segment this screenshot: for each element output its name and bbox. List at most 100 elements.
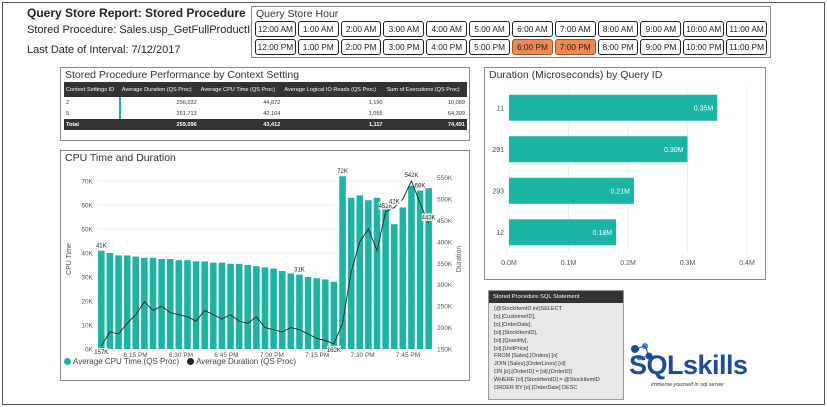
cpu-bar[interactable] — [261, 267, 269, 349]
cpu-bar[interactable] — [158, 259, 165, 349]
cpu-bar[interactable] — [399, 207, 407, 349]
column-header[interactable]: Average CPU Time (QS Proc) — [198, 82, 283, 97]
y-right-tick: 200K — [437, 325, 453, 332]
hour-button[interactable]: 4:00 PM — [426, 39, 468, 55]
cpu-bar[interactable] — [382, 202, 389, 349]
table-cell: 1,117 — [282, 119, 385, 130]
hour-button[interactable]: 8:00 PM — [597, 39, 639, 55]
cpu-bar[interactable] — [296, 274, 303, 349]
hour-button[interactable]: 6:00 PM — [511, 39, 553, 55]
cpu-bar[interactable] — [235, 263, 243, 349]
hour-button[interactable]: 12:00 AM — [255, 21, 296, 37]
table-row[interactable]: 2 256,032 44,872 1,190 10,089 — [64, 97, 467, 108]
table-cell: 256,032 — [176, 99, 197, 106]
hour-button[interactable]: 5:00 PM — [469, 39, 510, 55]
legend-item-duration[interactable]: Average Duration (QS Proc) — [187, 357, 296, 366]
cpu-data-label: 41K — [96, 244, 107, 250]
hour-button[interactable]: 11:00 PM — [726, 39, 767, 55]
cpu-bar[interactable] — [356, 195, 364, 349]
cpu-bar[interactable] — [365, 200, 372, 349]
cpu-bar[interactable] — [278, 271, 286, 349]
sql-line: WHERE [ol].[StockItemID] = @StockItemID — [494, 377, 600, 384]
cpu-bar[interactable] — [106, 253, 114, 349]
column-header[interactable]: Average Duration (QS Proc) — [119, 82, 199, 97]
hour-button[interactable]: 2:00 AM — [340, 21, 382, 37]
hour-button[interactable]: 7:00 AM — [554, 21, 596, 37]
table-cell: 1,055 — [368, 110, 383, 117]
cpu-bar[interactable] — [373, 197, 381, 349]
legend-item-cpu[interactable]: Average CPU Time (QS Proc) — [64, 357, 179, 366]
cpu-bar[interactable] — [210, 262, 217, 349]
hour-button[interactable]: 11:00 AM — [726, 21, 767, 37]
cpu-bar[interactable] — [390, 224, 398, 349]
cpu-bar[interactable] — [218, 262, 226, 349]
cpu-bar[interactable] — [253, 266, 260, 349]
hour-button[interactable]: 9:00 PM — [640, 39, 682, 55]
duration-bar[interactable] — [509, 94, 718, 121]
hour-button[interactable]: 10:00 AM — [683, 21, 725, 37]
cpu-bar[interactable] — [201, 261, 208, 349]
query-id-label: 12 — [496, 230, 504, 237]
sql-line: [ol].[UnitPrice] — [494, 345, 529, 352]
sql-line: [o].[CustomerID], — [494, 313, 536, 320]
table-cell: 42,164 — [263, 110, 281, 117]
y-left-tick: 60K — [81, 203, 93, 210]
hour-button[interactable]: 3:00 PM — [383, 39, 425, 55]
cpu-bar[interactable] — [175, 260, 183, 349]
duration-data-label: 157K — [94, 350, 108, 356]
hour-button[interactable]: 5:00 AM — [469, 21, 510, 37]
cpu-bar[interactable] — [192, 261, 200, 349]
cpu-bar[interactable] — [141, 257, 148, 349]
hour-button[interactable]: 2:00 PM — [340, 39, 382, 55]
slicer-title: Query Store Hour — [256, 8, 339, 20]
column-header[interactable]: Context Settings ID — [64, 82, 120, 97]
y-left-tick: 70K — [81, 179, 93, 186]
cpu-bar[interactable] — [408, 185, 415, 349]
cpu-bar[interactable] — [98, 250, 105, 349]
hour-button[interactable]: 6:00 AM — [511, 21, 553, 37]
cpu-bar[interactable] — [227, 263, 234, 349]
hour-button[interactable]: 9:00 AM — [640, 21, 682, 37]
sql-line: ON [o].[OrderID] = [ol].[OrderID] — [494, 369, 572, 376]
hour-button[interactable]: 1:00 AM — [297, 21, 339, 37]
cpu-bar[interactable] — [322, 279, 329, 349]
cpu-bar[interactable] — [123, 255, 131, 349]
duration-bar[interactable] — [509, 136, 688, 163]
x-tick: 0.4M — [739, 260, 755, 267]
cpu-bar[interactable] — [166, 259, 174, 349]
bar-value-label: 0.18M — [593, 230, 613, 237]
table-cell: 44,872 — [263, 99, 281, 106]
cpu-bar[interactable] — [304, 277, 312, 349]
cpu-bar[interactable] — [115, 255, 122, 349]
hour-button[interactable]: 3:00 AM — [383, 21, 425, 37]
legend-dot-icon — [187, 358, 195, 366]
cpu-bar[interactable] — [287, 273, 295, 349]
cpu-bar[interactable] — [132, 256, 140, 349]
x-tick: 7:45 PM — [396, 352, 420, 359]
query-id-label: 11 — [497, 105, 504, 112]
cpu-bar[interactable] — [149, 257, 157, 349]
cpu-bar[interactable] — [270, 268, 277, 349]
y-right-tick: 400K — [437, 239, 453, 246]
hour-button[interactable]: 1:00 PM — [297, 39, 339, 55]
cpu-duration-chart[interactable]: 0K 10K 20K 30K 40K 50K 60K 70K 150K 200K 250K 300K 3… — [61, 163, 469, 359]
duration-bar-chart[interactable]: 0.0M 0.1M 0.2M 0.3M 0.4M 11 0.35M 291 0.30M 293 0.… — [485, 81, 765, 279]
table-cell: 10,089 — [447, 99, 465, 106]
cpu-bar[interactable] — [425, 188, 432, 349]
hour-button[interactable]: 7:00 PM — [554, 39, 596, 55]
sql-statement-box[interactable]: Stored Procedure SQL Statement (@StockIt… — [488, 290, 624, 400]
column-header[interactable]: Average Logical IO Reads (QS Proc) — [282, 82, 385, 97]
y-right-tick: 300K — [437, 282, 453, 289]
table-row[interactable]: 5 261,713 42,164 1,055 64,399 — [64, 108, 467, 119]
y-right-tick: 150K — [437, 347, 453, 354]
sql-line: ORDER BY [o].[OrderDate] DESC — [494, 385, 578, 392]
hour-button[interactable]: 4:00 AM — [426, 21, 468, 37]
legend-label: Average CPU Time (QS Proc) — [73, 357, 180, 366]
column-header[interactable]: Sum of Executions (QS Proc) — [384, 82, 467, 97]
hour-button[interactable]: 12:00 PM — [255, 39, 296, 55]
table-cell: 259,096 — [119, 119, 199, 130]
cpu-bar[interactable] — [184, 260, 191, 349]
cpu-bar[interactable] — [244, 265, 252, 349]
hour-button[interactable]: 10:00 PM — [683, 39, 725, 55]
hour-button[interactable]: 8:00 AM — [597, 21, 639, 37]
